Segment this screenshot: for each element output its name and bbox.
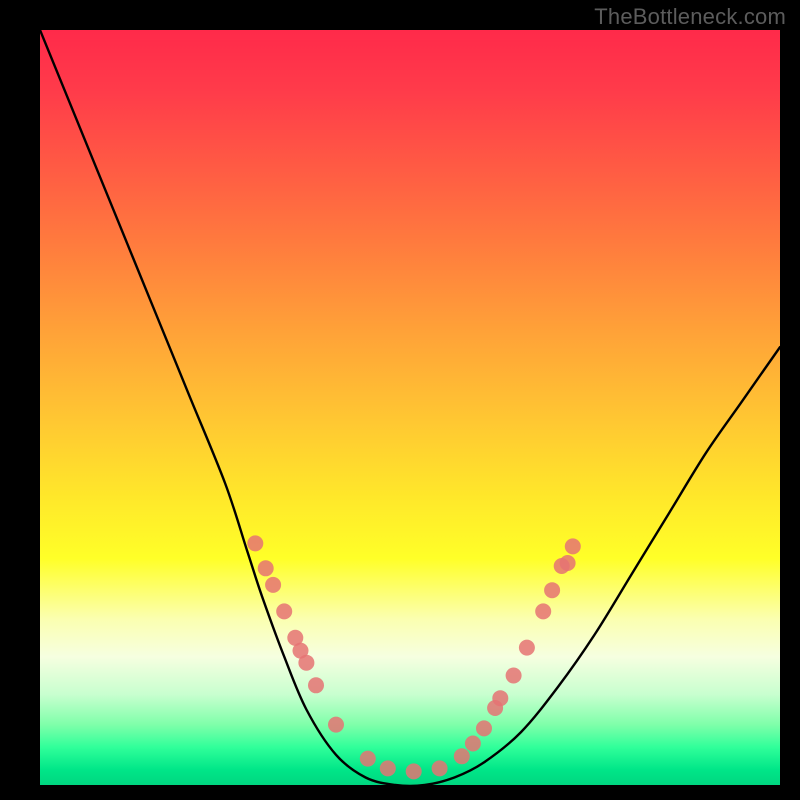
- gpu-marker: [519, 640, 535, 656]
- gpu-marker: [535, 603, 551, 619]
- gpu-marker: [476, 720, 492, 736]
- gpu-marker: [565, 538, 581, 554]
- gpu-marker: [506, 668, 522, 684]
- gpu-marker: [406, 763, 422, 779]
- gpu-marker: [247, 535, 263, 551]
- gpu-marker: [265, 577, 281, 593]
- gpu-marker: [454, 748, 470, 764]
- gpu-marker: [308, 677, 324, 693]
- plot-area: [40, 30, 780, 785]
- gpu-marker: [492, 690, 508, 706]
- bottleneck-curve: [40, 30, 780, 785]
- gpu-marker: [465, 736, 481, 752]
- gpu-marker: [560, 555, 576, 571]
- gpu-marker: [298, 655, 314, 671]
- gpu-markers: [247, 535, 581, 779]
- gpu-marker: [544, 582, 560, 598]
- chart-svg: [40, 30, 780, 785]
- gpu-marker: [380, 760, 396, 776]
- gpu-marker: [258, 560, 274, 576]
- watermark-text: TheBottleneck.com: [594, 4, 786, 30]
- gpu-marker: [360, 751, 376, 767]
- gpu-marker: [328, 717, 344, 733]
- chart-frame: TheBottleneck.com: [0, 0, 800, 800]
- gpu-marker: [432, 760, 448, 776]
- curve-layer: [40, 30, 780, 785]
- gpu-marker: [276, 603, 292, 619]
